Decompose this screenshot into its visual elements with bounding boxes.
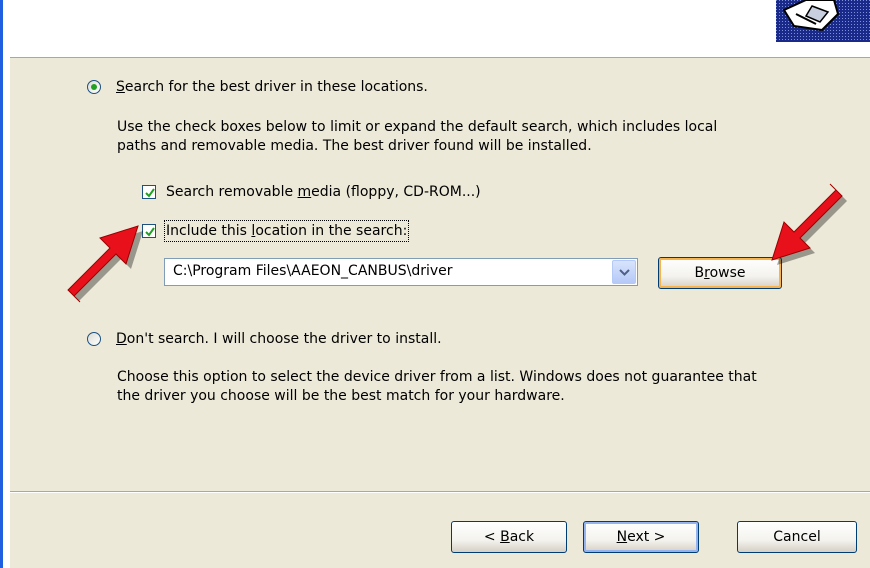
dont-search-description-line2: the driver you choose will be the best m… — [117, 388, 565, 404]
label-text: on't search. I will choose the driver to… — [126, 331, 442, 347]
location-dropdown-button[interactable] — [612, 260, 636, 284]
removable-media-label[interactable]: Search removable media (floppy, CD-ROM..… — [166, 183, 481, 201]
removable-media-checkbox[interactable] — [142, 185, 156, 199]
mnemonic: D — [116, 331, 127, 347]
footer-separator-highlight — [10, 492, 870, 493]
wizard-hardware-icon — [776, 0, 870, 42]
label-after: ocation in the search: — [255, 223, 408, 239]
search-description-line1: Use the check boxes below to limit or ex… — [117, 119, 718, 135]
search-description: Use the check boxes below to limit or ex… — [117, 118, 717, 156]
radio-selected-icon — [91, 84, 97, 90]
search-locations-radio[interactable] — [87, 80, 101, 94]
location-combobox-value[interactable]: C:\Program Files\AAEON_CANBUS\driver — [173, 263, 453, 279]
label-after: owse — [709, 265, 746, 281]
label-before: Include this — [166, 223, 252, 239]
dont-search-description: Choose this option to select the device … — [117, 368, 757, 406]
search-locations-label[interactable]: Search for the best driver in these loca… — [116, 78, 428, 96]
label-before: B — [694, 265, 705, 281]
next-rest: ext > — [627, 529, 666, 545]
mnemonic: S — [116, 79, 125, 95]
next-button[interactable]: Next > — [583, 521, 699, 553]
location-combobox[interactable]: C:\Program Files\AAEON_CANBUS\driver — [164, 258, 638, 286]
dont-search-radio[interactable] — [87, 332, 101, 346]
checkbox-checked-icon — [145, 188, 155, 198]
mnemonic: N — [616, 529, 628, 545]
mnemonic: m — [297, 184, 312, 200]
label-before: Search removable — [166, 184, 298, 200]
red-arrow-annotation — [67, 225, 143, 307]
back-rest: ack — [509, 529, 535, 545]
header-separator — [10, 57, 870, 58]
wizard-header — [0, 0, 870, 58]
label-after: edia (floppy, CD-ROM...) — [311, 184, 481, 200]
back-button[interactable]: < Back — [451, 521, 567, 553]
search-description-line2: paths and removable media. The best driv… — [117, 138, 592, 154]
label-text: earch for the best driver in these locat… — [124, 79, 428, 95]
red-arrow-annotation — [771, 183, 847, 265]
dont-search-description-line1: Choose this option to select the device … — [117, 369, 757, 385]
mnemonic: B — [500, 529, 510, 545]
window-left-border — [0, 0, 3, 568]
include-location-label[interactable]: Include this location in the search: — [163, 220, 410, 242]
dropdown-chevron-icon — [619, 269, 630, 276]
back-prefix: < — [483, 529, 501, 545]
dont-search-label[interactable]: Don't search. I will choose the driver t… — [116, 330, 442, 348]
cancel-button[interactable]: Cancel — [737, 521, 857, 553]
